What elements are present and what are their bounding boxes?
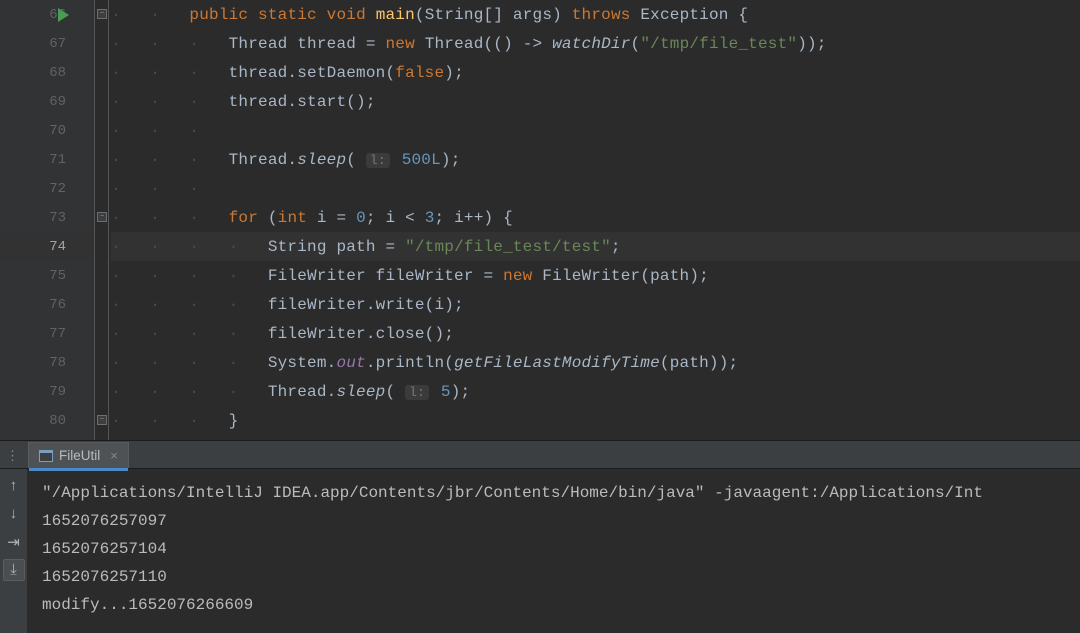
code-line[interactable]: · · · thread.start(); bbox=[111, 87, 1080, 116]
parameter-hint: l: bbox=[366, 153, 390, 168]
gutter-line[interactable]: 80 bbox=[0, 406, 94, 435]
run-toolbar: ↑ ↓ ⇥ ⤓ bbox=[0, 469, 28, 633]
gutter-line[interactable]: 78 bbox=[0, 348, 94, 377]
code-line[interactable]: · · · · Thread.sleep( l: 5); bbox=[111, 377, 1080, 406]
code-line[interactable]: · · public static void main(String[] arg… bbox=[111, 0, 1080, 29]
more-tabs-icon[interactable]: ⋮ bbox=[6, 449, 19, 464]
gutter-line[interactable]: 71 bbox=[0, 145, 94, 174]
gutter-line[interactable]: 69 bbox=[0, 87, 94, 116]
gutter-line[interactable]: 75 bbox=[0, 261, 94, 290]
gutter-line[interactable]: 73 bbox=[0, 203, 94, 232]
gutter-line[interactable]: 72 bbox=[0, 174, 94, 203]
fold-toggle-icon[interactable]: − bbox=[97, 415, 107, 425]
run-tabs-bar: ⋮ FileUtil × bbox=[0, 441, 1080, 469]
fold-toggle-icon[interactable]: − bbox=[97, 9, 107, 19]
code-line[interactable]: · · · · String path = "/tmp/file_test/te… bbox=[111, 232, 1080, 261]
code-line[interactable]: · · · for (int i = 0; i < 3; i++) { bbox=[111, 203, 1080, 232]
code-line[interactable]: · · · Thread.sleep( l: 500L); bbox=[111, 145, 1080, 174]
gutter-line[interactable]: 70 bbox=[0, 116, 94, 145]
code-line[interactable]: · · · } bbox=[111, 406, 1080, 435]
code-line[interactable]: · · · · System.out.println(getFileLastMo… bbox=[111, 348, 1080, 377]
gutter-line[interactable]: 67 bbox=[0, 29, 94, 58]
code-line[interactable]: · · · thread.setDaemon(false); bbox=[111, 58, 1080, 87]
console-output[interactable]: "/Applications/IntelliJ IDEA.app/Content… bbox=[28, 469, 1080, 633]
line-number-gutter[interactable]: 666768697071727374757677787980 bbox=[0, 0, 95, 440]
parameter-hint: l: bbox=[405, 385, 429, 400]
gutter-line[interactable]: 66 bbox=[0, 0, 94, 29]
run-tab-label: FileUtil bbox=[59, 448, 100, 463]
run-tab-fileutil[interactable]: FileUtil × bbox=[28, 442, 129, 468]
editor-area: 666768697071727374757677787980 − − − · · p… bbox=[0, 0, 1080, 440]
arrow-up-icon[interactable]: ↑ bbox=[3, 475, 25, 497]
soft-wrap-icon[interactable]: ⇥ bbox=[3, 531, 25, 553]
run-config-icon bbox=[39, 450, 53, 462]
code-editor[interactable]: · · public static void main(String[] arg… bbox=[95, 0, 1080, 440]
code-line[interactable]: · · · · fileWriter.write(i); bbox=[111, 290, 1080, 319]
gutter-line[interactable]: 76 bbox=[0, 290, 94, 319]
run-panel: ⋮ FileUtil × ↑ ↓ ⇥ ⤓ "/Applications/Inte… bbox=[0, 440, 1080, 633]
fold-bar[interactable]: − − − bbox=[95, 0, 109, 440]
code-line[interactable]: · · · bbox=[111, 116, 1080, 145]
code-line[interactable]: · · · bbox=[111, 174, 1080, 203]
scroll-to-end-icon[interactable]: ⤓ bbox=[3, 559, 25, 581]
code-line[interactable]: · · · · fileWriter.close(); bbox=[111, 319, 1080, 348]
fold-toggle-icon[interactable]: − bbox=[97, 212, 107, 222]
gutter-line[interactable]: 74 bbox=[0, 232, 94, 261]
arrow-down-icon[interactable]: ↓ bbox=[3, 503, 25, 525]
code-line[interactable]: · · · Thread thread = new Thread(() -> w… bbox=[111, 29, 1080, 58]
gutter-line[interactable]: 77 bbox=[0, 319, 94, 348]
close-icon[interactable]: × bbox=[110, 448, 118, 463]
gutter-line[interactable]: 68 bbox=[0, 58, 94, 87]
run-gutter-icon[interactable] bbox=[58, 8, 69, 22]
gutter-line[interactable]: 79 bbox=[0, 377, 94, 406]
code-line[interactable]: · · · · FileWriter fileWriter = new File… bbox=[111, 261, 1080, 290]
